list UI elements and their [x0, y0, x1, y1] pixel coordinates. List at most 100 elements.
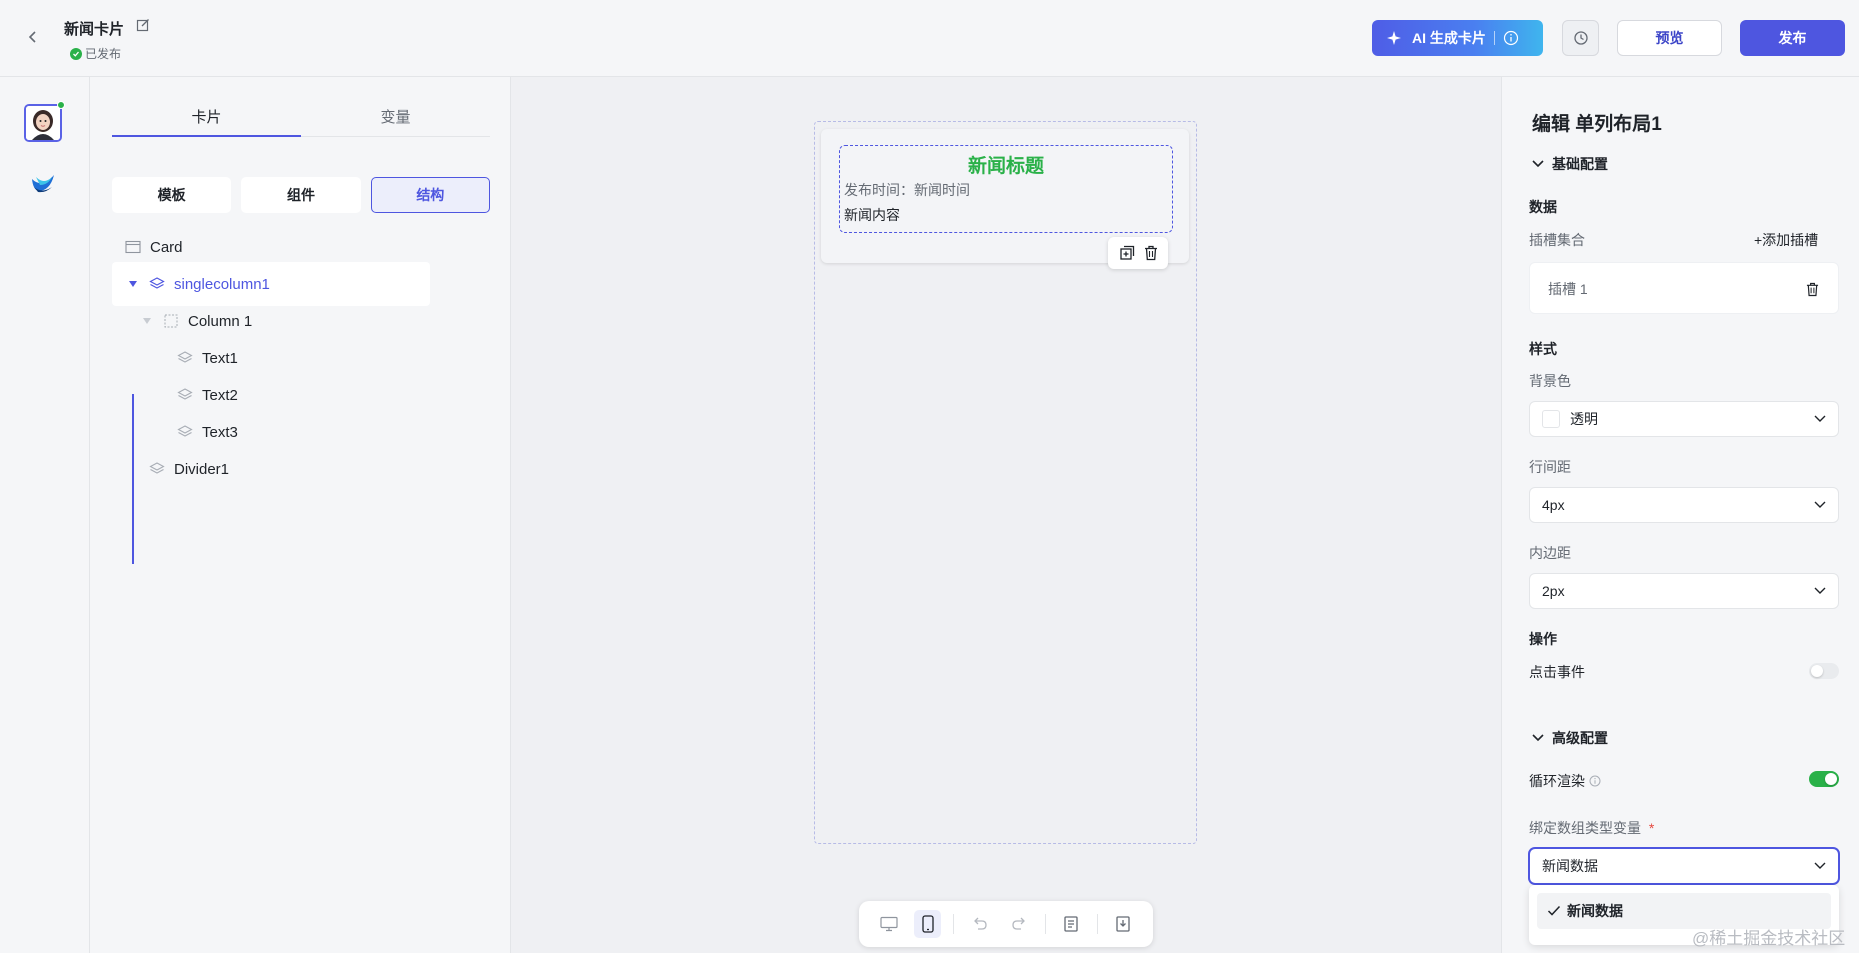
tab-variables[interactable]: 变量: [301, 97, 490, 136]
online-indicator: [57, 101, 65, 109]
publish-status: 已发布: [70, 45, 121, 62]
tree-guide-line: [132, 394, 134, 564]
bind-array-label: 绑定数组类型变量 *: [1529, 818, 1654, 838]
news-content-text[interactable]: 新闻内容: [844, 205, 900, 225]
toolbar-divider: [1044, 914, 1046, 934]
bind-array-select[interactable]: 新闻数据: [1529, 848, 1839, 884]
padding-select[interactable]: 2px: [1529, 573, 1839, 609]
news-time-text[interactable]: 发布时间：新闻时间: [844, 180, 970, 200]
chevron-down-icon: [1532, 160, 1544, 168]
back-icon[interactable]: [22, 26, 44, 48]
tree-item-label: singlecolumn1: [174, 275, 270, 293]
card-title: 新闻卡片: [64, 21, 125, 38]
export-icon[interactable]: [1110, 910, 1137, 938]
tree-item-label: Text2: [202, 386, 238, 404]
info-icon[interactable]: [1503, 30, 1519, 46]
dropdown-option-label: 新闻数据: [1567, 903, 1623, 919]
tree-item-divider1[interactable]: Divider1: [148, 447, 490, 491]
bg-color-select[interactable]: 透明: [1529, 401, 1839, 437]
line-spacing-value: 4px: [1542, 497, 1565, 513]
segment-components[interactable]: 组件: [241, 177, 361, 213]
caret-down-icon[interactable]: [140, 314, 154, 328]
data-label: 数据: [1529, 199, 1557, 215]
padding-label: 内边距: [1529, 545, 1571, 561]
mobile-icon[interactable]: [914, 910, 942, 938]
ai-generate-button[interactable]: AI 生成卡片: [1372, 20, 1543, 56]
chevron-down-icon: [1814, 501, 1826, 509]
caret-down-icon[interactable]: [126, 277, 140, 291]
segment-templates[interactable]: 模板: [112, 177, 232, 213]
click-event-label: 点击事件: [1529, 664, 1585, 680]
bind-array-value: 新闻数据: [1542, 858, 1598, 874]
check-circle-icon: [70, 47, 82, 60]
slot-name: 插槽 1: [1548, 281, 1588, 297]
properties-title: 编辑 单列布局1: [1532, 114, 1662, 135]
bg-color-value: 透明: [1570, 411, 1598, 427]
slots-label: 插槽集合: [1529, 232, 1585, 248]
layers-icon: [176, 386, 194, 404]
line-spacing-select[interactable]: 4px: [1529, 487, 1839, 523]
undo-icon[interactable]: [966, 910, 993, 938]
desktop-icon[interactable]: [875, 910, 902, 938]
history-icon[interactable]: [1562, 20, 1599, 56]
delete-icon[interactable]: [1802, 279, 1822, 299]
top-header: 新闻卡片 已发布 AI 生成卡片 预览 发布: [0, 0, 1859, 77]
tree-item-label: Divider1: [174, 460, 230, 478]
publish-button[interactable]: 发布: [1740, 20, 1845, 56]
ai-generate-label: AI 生成卡片: [1412, 30, 1486, 46]
advanced-config-section[interactable]: 高级配置: [1532, 728, 1608, 748]
chevron-down-icon: [1814, 415, 1826, 423]
info-icon[interactable]: [1589, 775, 1601, 787]
canvas-toolbar: [859, 901, 1153, 947]
document-icon[interactable]: [1058, 910, 1085, 938]
basic-config-label: 基础配置: [1552, 156, 1608, 172]
chevron-down-icon: [1814, 862, 1826, 870]
canvas-area: 新闻标题 发布时间：新闻时间 新闻内容: [511, 77, 1501, 953]
color-swatch: [1542, 410, 1560, 428]
copy-icon[interactable]: [1119, 245, 1135, 261]
left-rail: [0, 77, 90, 953]
watermark: @稀土掘金技术社区: [1692, 929, 1846, 948]
loop-render-text: 循环渲染: [1529, 773, 1585, 789]
structure-panel: 卡片 变量 模板 组件 结构 Card singlecolumn1 Column…: [90, 77, 511, 953]
redo-icon[interactable]: [1006, 910, 1033, 938]
sparkle-icon: [1386, 30, 1402, 46]
action-label: 操作: [1529, 631, 1557, 647]
chevron-down-icon: [1814, 587, 1826, 595]
layers-icon: [176, 423, 194, 441]
loop-render-toggle[interactable]: [1809, 771, 1839, 787]
layers-icon: [148, 460, 166, 478]
tree-item-label: Text1: [202, 349, 238, 367]
tree-item-label: Card: [150, 238, 183, 256]
basic-config-section[interactable]: 基础配置: [1532, 154, 1608, 174]
panel-tabs: 卡片 变量: [112, 97, 490, 137]
layers-icon: [148, 275, 166, 293]
properties-panel: 编辑 单列布局1 基础配置 数据 插槽集合 +添加插槽 插槽 1 样式 背景色 …: [1501, 77, 1859, 953]
loop-render-label: 循环渲染: [1529, 771, 1601, 791]
segment-structure[interactable]: 结构: [370, 177, 490, 213]
line-spacing-label: 行间距: [1529, 459, 1571, 475]
toolbar-divider: [953, 914, 955, 934]
card-icon: [124, 238, 142, 256]
padding-value: 2px: [1542, 583, 1565, 599]
dashed-box-icon: [162, 312, 180, 330]
tab-card[interactable]: 卡片: [112, 97, 301, 137]
preview-button[interactable]: 预览: [1617, 20, 1722, 56]
add-slot-button[interactable]: +添加插槽: [1754, 230, 1818, 250]
card-action-bar: [1108, 237, 1168, 269]
segment-control: 模板 组件 结构: [112, 177, 490, 213]
bg-color-label: 背景色: [1529, 373, 1571, 389]
status-text: 已发布: [85, 47, 122, 61]
required-mark: *: [1648, 820, 1655, 836]
tree-item-label: Text3: [202, 423, 238, 441]
click-event-toggle[interactable]: [1809, 663, 1839, 679]
news-title-text[interactable]: 新闻标题: [839, 151, 1173, 178]
bind-array-text: 绑定数组类型变量: [1529, 820, 1641, 836]
advanced-config-label: 高级配置: [1552, 730, 1608, 746]
delete-icon[interactable]: [1144, 245, 1158, 261]
avatar[interactable]: [24, 104, 62, 142]
app-logo-icon[interactable]: [28, 167, 58, 197]
edit-icon[interactable]: [136, 18, 152, 34]
slot-item[interactable]: 插槽 1: [1529, 262, 1839, 314]
layers-icon: [176, 349, 194, 367]
